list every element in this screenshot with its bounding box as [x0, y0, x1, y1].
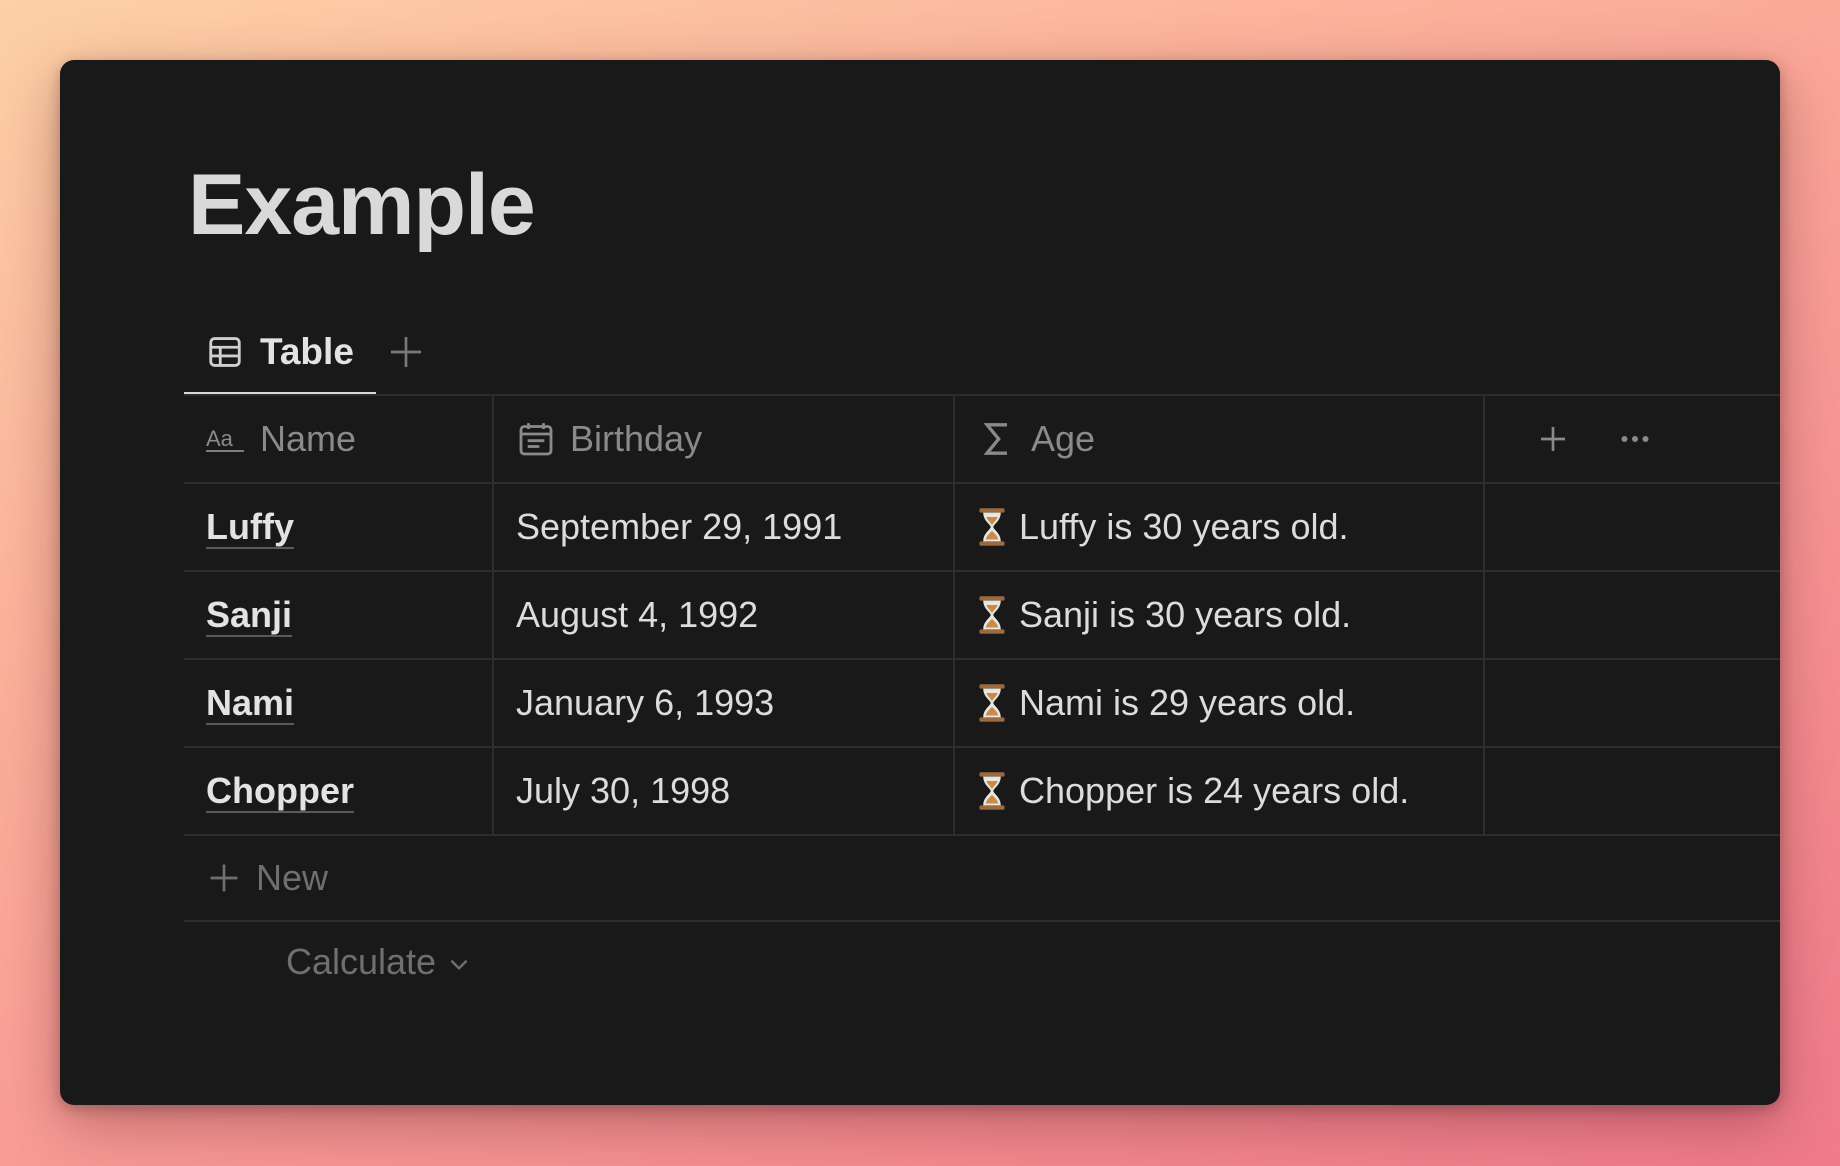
empty-cell [1485, 572, 1780, 658]
column-header-label: Age [1031, 418, 1096, 459]
age-value: Sanji is 30 years old. [1019, 594, 1352, 635]
age-cell[interactable]: Sanji is 30 years old. [955, 572, 1485, 658]
birthday-value: July 30, 1998 [516, 770, 731, 811]
add-property-icon[interactable] [1535, 421, 1571, 457]
table-icon [209, 337, 241, 367]
tab-table[interactable]: Table [184, 310, 376, 396]
birthday-value: August 4, 1992 [516, 594, 759, 635]
notion-window: Example Table Aa Name Birthday Age Luffy… [60, 60, 1780, 1105]
column-header-label: Birthday [570, 418, 703, 459]
hourglass-icon [979, 596, 1005, 634]
birthday-cell[interactable]: July 30, 1998 [494, 748, 955, 834]
age-cell[interactable]: Nami is 29 years old. [955, 660, 1485, 746]
page-title[interactable]: Example [188, 162, 536, 248]
more-options-icon[interactable] [1617, 421, 1653, 457]
birthday-value: January 6, 1993 [516, 682, 775, 723]
new-row-label: New [256, 857, 329, 898]
column-header-name[interactable]: Aa Name [184, 396, 494, 482]
birthday-cell[interactable]: August 4, 1992 [494, 572, 955, 658]
plus-icon [210, 864, 238, 892]
column-header-age[interactable]: Age [955, 396, 1485, 482]
calculate-label: Calculate [286, 941, 437, 982]
hourglass-icon [979, 508, 1005, 546]
column-header-actions [1485, 396, 1780, 482]
birthday-cell[interactable]: September 29, 1991 [494, 484, 955, 570]
svg-text:Aa: Aa [206, 426, 234, 451]
name-cell[interactable]: Chopper [184, 748, 494, 834]
row-name-link[interactable]: Luffy [206, 506, 294, 548]
name-cell[interactable]: Nami [184, 660, 494, 746]
calculate-button[interactable]: Calculate [286, 941, 472, 983]
empty-cell [1485, 660, 1780, 746]
column-header-birthday[interactable]: Birthday [494, 396, 955, 482]
row-name-link[interactable]: Chopper [206, 770, 354, 812]
table-row: Chopper July 30, 1998 Chopper is 24 year… [184, 746, 1780, 836]
tab-label: Table [260, 331, 354, 372]
row-name-link[interactable]: Nami [206, 682, 294, 724]
name-cell[interactable]: Luffy [184, 484, 494, 570]
hourglass-icon [979, 684, 1005, 722]
empty-cell [1485, 484, 1780, 570]
age-value: Nami is 29 years old. [1019, 682, 1356, 723]
view-tabs: Table [184, 310, 426, 396]
age-cell[interactable]: Luffy is 30 years old. [955, 484, 1485, 570]
text-property-icon: Aa [206, 426, 244, 452]
name-cell[interactable]: Sanji [184, 572, 494, 658]
table-row: Luffy September 29, 1991 Luffy is 30 yea… [184, 482, 1780, 570]
calendar-icon [519, 423, 553, 456]
chevron-down-icon [450, 959, 468, 971]
age-value: Luffy is 30 years old. [1019, 506, 1349, 547]
birthday-cell[interactable]: January 6, 1993 [494, 660, 955, 746]
database-table: Aa Name Birthday Age Luffy September 29,… [184, 394, 1780, 1002]
calculate-row: Calculate [184, 922, 1780, 1002]
age-cell[interactable]: Chopper is 24 years old. [955, 748, 1485, 834]
birthday-value: September 29, 1991 [516, 506, 843, 547]
hourglass-icon [979, 772, 1005, 810]
table-row: Sanji August 4, 1992 Sanji is 30 years o… [184, 570, 1780, 658]
row-name-link[interactable]: Sanji [206, 594, 292, 636]
table-row: Nami January 6, 1993 Nami is 29 years ol… [184, 658, 1780, 746]
age-value: Chopper is 24 years old. [1019, 770, 1410, 811]
formula-sigma-icon [983, 423, 1007, 455]
column-header-label: Name [260, 418, 357, 459]
empty-cell [1485, 748, 1780, 834]
add-view-icon[interactable] [386, 332, 426, 372]
table-header-row: Aa Name Birthday Age [184, 394, 1780, 482]
new-row-button[interactable]: New [184, 836, 1780, 922]
